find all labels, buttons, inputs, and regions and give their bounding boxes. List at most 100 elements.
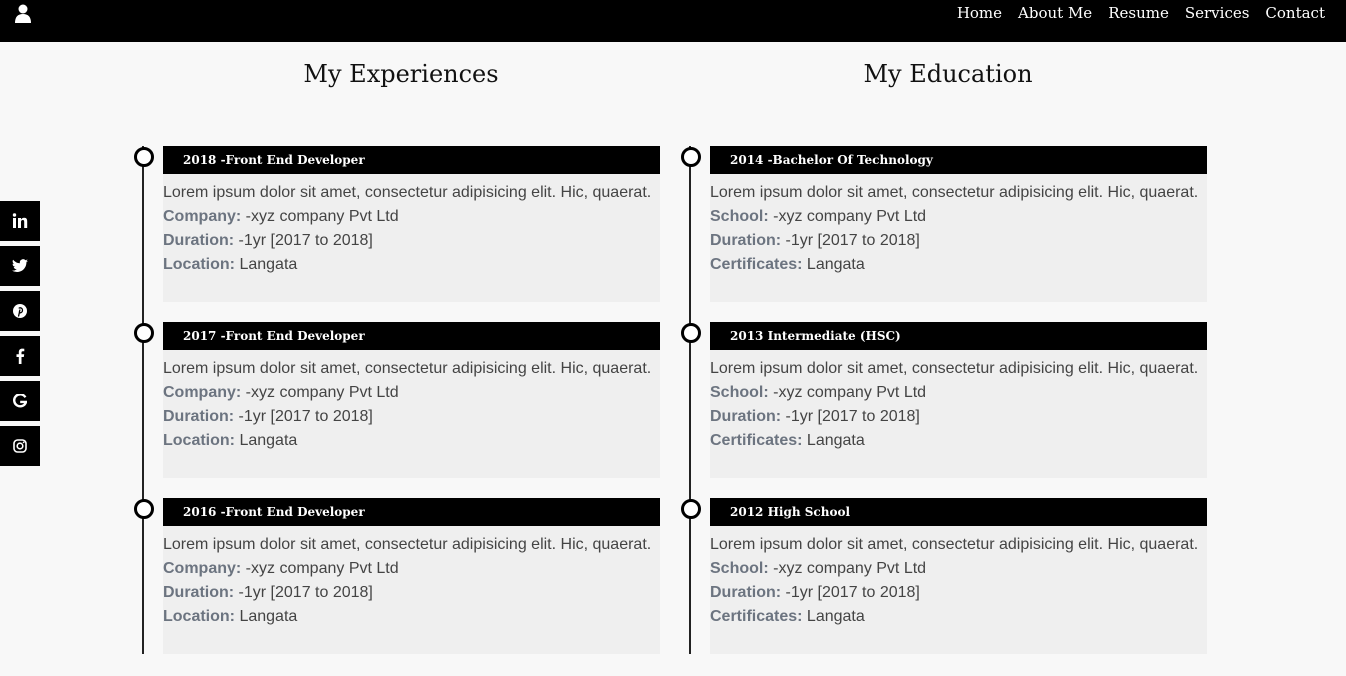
main-nav: Home About Me Resume Services Contact bbox=[957, 4, 1325, 22]
entry-body: Lorem ipsum dolor sit amet, consectetur … bbox=[710, 350, 1207, 478]
entry-line: School: -xyz company Pvt Ltd bbox=[710, 205, 1207, 229]
education-entry: 2014 -Bachelor Of Technology Lorem ipsum… bbox=[681, 146, 1207, 302]
entry-label: Company: bbox=[163, 560, 242, 577]
entry-label: Location: bbox=[163, 432, 235, 449]
timeline-dot bbox=[681, 323, 701, 343]
education-entry: 2012 High School Lorem ipsum dolor sit a… bbox=[681, 498, 1207, 654]
entry-line: Duration: -1yr [2017 to 2018] bbox=[163, 581, 660, 605]
experience-title: My Experiences bbox=[303, 60, 499, 88]
entry-value: -xyz company Pvt Ltd bbox=[768, 384, 927, 401]
entry-label: Duration: bbox=[710, 408, 782, 425]
entry-body: Lorem ipsum dolor sit amet, consectetur … bbox=[710, 526, 1207, 654]
entry-value: -1yr [2017 to 2018] bbox=[781, 584, 920, 601]
entry-value: -xyz company Pvt Ltd bbox=[241, 208, 399, 225]
timeline-dot bbox=[681, 147, 701, 167]
timeline-line bbox=[142, 146, 144, 654]
nav-about-me[interactable]: About Me bbox=[1018, 4, 1092, 22]
entry-label: Location: bbox=[163, 608, 235, 625]
pinterest-button[interactable] bbox=[0, 291, 40, 331]
entry-heading: 2014 -Bachelor Of Technology bbox=[710, 146, 1207, 174]
entry-line: Location: Langata bbox=[163, 429, 660, 453]
entry-heading: 2017 -Front End Developer bbox=[163, 322, 660, 350]
entry-description: Lorem ipsum dolor sit amet, consectetur … bbox=[710, 360, 1199, 377]
entry-heading: 2013 Intermediate (HSC) bbox=[710, 322, 1207, 350]
pinterest-icon bbox=[13, 304, 27, 318]
nav-contact[interactable]: Contact bbox=[1265, 4, 1325, 22]
entry-label: School: bbox=[710, 208, 769, 225]
entry-line: Duration: -1yr [2017 to 2018] bbox=[710, 229, 1207, 253]
timeline-dot bbox=[134, 147, 154, 167]
experience-entry: 2017 -Front End Developer Lorem ipsum do… bbox=[134, 322, 660, 478]
entry-value: Langata bbox=[235, 608, 298, 625]
entry-value: -1yr [2017 to 2018] bbox=[781, 232, 920, 249]
entry-heading: 2018 -Front End Developer bbox=[163, 146, 660, 174]
entry-value: Langata bbox=[235, 256, 298, 273]
entry-line: Company: -xyz company Pvt Ltd bbox=[163, 557, 660, 581]
entry-label: School: bbox=[710, 560, 769, 577]
entry-line: Location: Langata bbox=[163, 253, 660, 277]
entry-line: Certificates: Langata bbox=[710, 429, 1207, 453]
entry-label: Duration: bbox=[163, 408, 235, 425]
entry-body: Lorem ipsum dolor sit amet, consectetur … bbox=[163, 174, 660, 302]
google-icon bbox=[13, 394, 27, 408]
entry-label: School: bbox=[710, 384, 769, 401]
instagram-icon bbox=[13, 439, 27, 453]
entry-description: Lorem ipsum dolor sit amet, consectetur … bbox=[710, 536, 1199, 553]
linkedin-icon bbox=[12, 213, 28, 228]
entry-label: Certificates: bbox=[710, 608, 803, 625]
entry-heading: 2016 -Front End Developer bbox=[163, 498, 660, 526]
entry-value: -1yr [2017 to 2018] bbox=[781, 408, 920, 425]
entry-label: Certificates: bbox=[710, 432, 803, 449]
entry-line: Certificates: Langata bbox=[710, 253, 1207, 277]
entry-line: Duration: -1yr [2017 to 2018] bbox=[710, 581, 1207, 605]
nav-resume[interactable]: Resume bbox=[1108, 4, 1169, 22]
linkedin-button[interactable] bbox=[0, 201, 40, 241]
nav-services[interactable]: Services bbox=[1185, 4, 1250, 22]
entry-body: Lorem ipsum dolor sit amet, consectetur … bbox=[710, 174, 1207, 302]
timeline-line bbox=[689, 146, 691, 654]
entry-body: Lorem ipsum dolor sit amet, consectetur … bbox=[163, 526, 660, 654]
entry-line: Company: -xyz company Pvt Ltd bbox=[163, 205, 660, 229]
entry-description: Lorem ipsum dolor sit amet, consectetur … bbox=[163, 536, 652, 553]
timeline-dot bbox=[681, 499, 701, 519]
entry-value: -1yr [2017 to 2018] bbox=[234, 232, 373, 249]
entry-value: Langata bbox=[802, 256, 865, 273]
entry-label: Duration: bbox=[710, 584, 782, 601]
entry-label: Duration: bbox=[163, 584, 235, 601]
entry-value: -xyz company Pvt Ltd bbox=[768, 560, 927, 577]
facebook-icon bbox=[16, 348, 25, 364]
twitter-button[interactable] bbox=[0, 246, 40, 286]
entry-heading: 2012 High School bbox=[710, 498, 1207, 526]
entry-value: -xyz company Pvt Ltd bbox=[241, 560, 399, 577]
experience-entry: 2018 -Front End Developer Lorem ipsum do… bbox=[134, 146, 660, 302]
experience-entry: 2016 -Front End Developer Lorem ipsum do… bbox=[134, 498, 660, 654]
entry-line: Certificates: Langata bbox=[710, 605, 1207, 629]
entry-line: Duration: -1yr [2017 to 2018] bbox=[163, 229, 660, 253]
entry-label: Company: bbox=[163, 208, 242, 225]
entry-label: Duration: bbox=[710, 232, 782, 249]
entry-value: -1yr [2017 to 2018] bbox=[234, 584, 373, 601]
entry-label: Duration: bbox=[163, 232, 235, 249]
entry-label: Certificates: bbox=[710, 256, 803, 273]
social-sidebar bbox=[0, 201, 40, 471]
instagram-button[interactable] bbox=[0, 426, 40, 466]
entry-line: Company: -xyz company Pvt Ltd bbox=[163, 381, 660, 405]
entry-value: Langata bbox=[802, 608, 865, 625]
google-button[interactable] bbox=[0, 381, 40, 421]
entry-value: -xyz company Pvt Ltd bbox=[241, 384, 399, 401]
entry-line: School: -xyz company Pvt Ltd bbox=[710, 557, 1207, 581]
entry-line: Duration: -1yr [2017 to 2018] bbox=[163, 405, 660, 429]
entry-value: -1yr [2017 to 2018] bbox=[234, 408, 373, 425]
entry-value: Langata bbox=[802, 432, 865, 449]
nav-home[interactable]: Home bbox=[957, 4, 1002, 22]
facebook-button[interactable] bbox=[0, 336, 40, 376]
timeline-dot bbox=[134, 499, 154, 519]
user-icon[interactable] bbox=[14, 4, 32, 24]
top-navbar: Home About Me Resume Services Contact bbox=[0, 0, 1346, 42]
entry-description: Lorem ipsum dolor sit amet, consectetur … bbox=[163, 184, 652, 201]
education-title: My Education bbox=[863, 60, 1033, 88]
timeline-dot bbox=[134, 323, 154, 343]
entry-label: Company: bbox=[163, 384, 242, 401]
entry-description: Lorem ipsum dolor sit amet, consectetur … bbox=[163, 360, 652, 377]
entry-line: School: -xyz company Pvt Ltd bbox=[710, 381, 1207, 405]
